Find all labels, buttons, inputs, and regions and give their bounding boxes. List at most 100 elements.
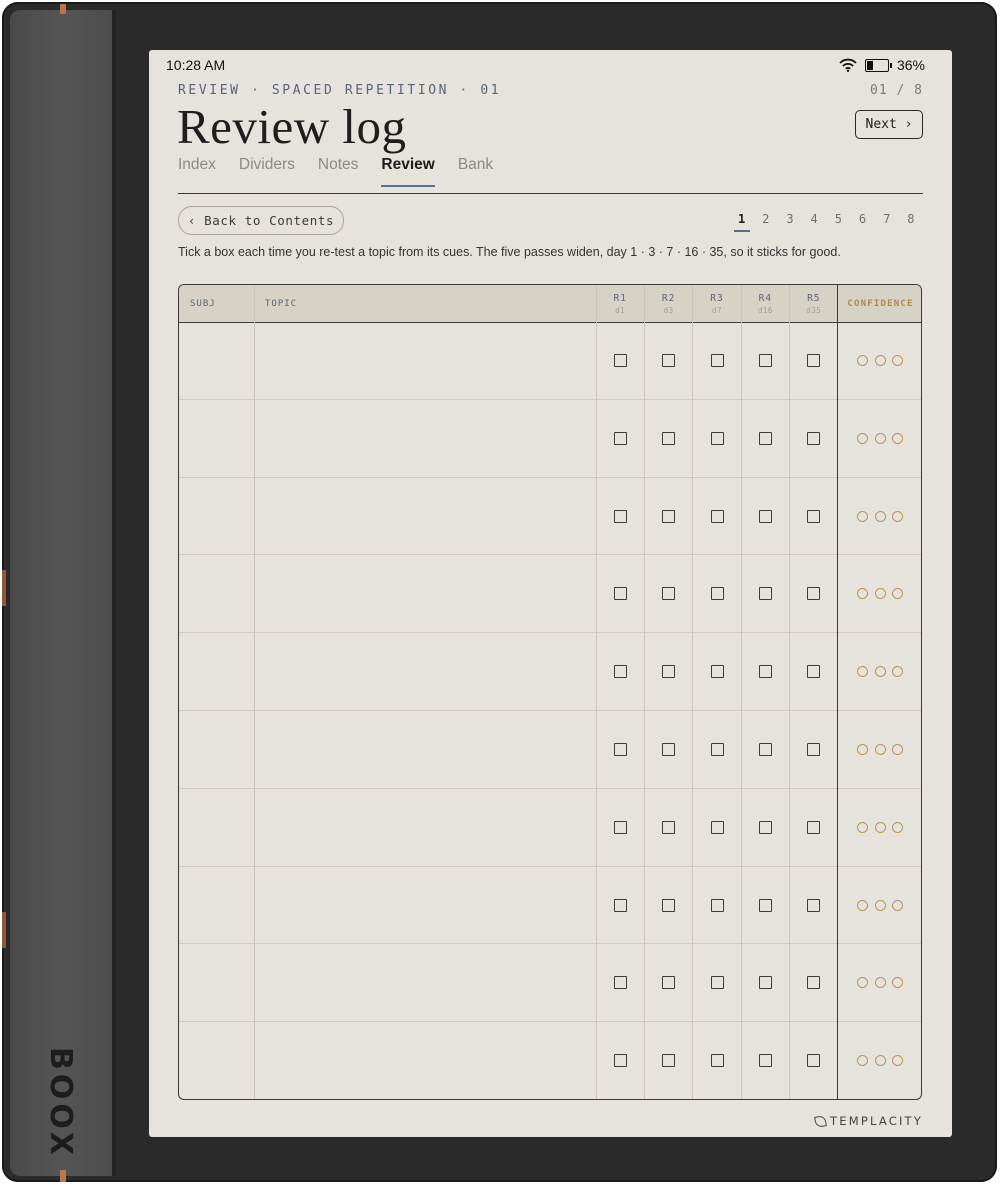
subj-cell[interactable] <box>179 867 254 944</box>
confidence-dot[interactable] <box>892 666 903 678</box>
confidence-dot[interactable] <box>857 355 868 366</box>
tab-review[interactable]: Review <box>381 156 436 187</box>
confidence-dot[interactable] <box>874 744 886 755</box>
review-checkbox-r5[interactable] <box>807 743 821 756</box>
review-checkbox-r5[interactable] <box>807 898 821 912</box>
back-to-contents-button[interactable]: ‹ Back to Contents <box>178 206 344 235</box>
review-checkbox-r4[interactable] <box>758 587 772 601</box>
review-checkbox-r1[interactable] <box>613 743 627 756</box>
tab-bank[interactable]: Bank <box>458 156 493 184</box>
page-link-3[interactable]: 3 <box>778 212 802 226</box>
review-checkbox-r4[interactable] <box>758 898 772 912</box>
topic-cell[interactable] <box>254 633 596 710</box>
confidence-dot[interactable] <box>892 588 903 600</box>
confidence-dot[interactable] <box>857 432 868 444</box>
confidence-dot[interactable] <box>874 510 886 522</box>
subj-cell[interactable] <box>179 789 254 866</box>
confidence-dot[interactable] <box>874 1055 886 1067</box>
review-checkbox-r1[interactable] <box>613 354 627 367</box>
page-link-7[interactable]: 7 <box>875 212 899 226</box>
confidence-dot[interactable] <box>857 666 868 678</box>
review-checkbox-r3[interactable] <box>710 509 724 523</box>
confidence-dot[interactable] <box>857 899 868 911</box>
review-checkbox-r2[interactable] <box>662 509 676 523</box>
tab-notes[interactable]: Notes <box>318 156 359 184</box>
side-button-lower[interactable] <box>2 912 6 948</box>
review-checkbox-r3[interactable] <box>710 431 724 445</box>
review-checkbox-r1[interactable] <box>613 898 627 912</box>
review-checkbox-r1[interactable] <box>613 820 627 834</box>
review-checkbox-r3[interactable] <box>710 976 724 990</box>
confidence-dot[interactable] <box>857 588 868 600</box>
page-link-4[interactable]: 4 <box>802 212 826 226</box>
review-checkbox-r3[interactable] <box>710 1054 724 1068</box>
review-checkbox-r2[interactable] <box>662 354 676 367</box>
review-checkbox-r4[interactable] <box>758 665 772 679</box>
confidence-dot[interactable] <box>874 432 886 444</box>
subj-cell[interactable] <box>179 944 254 1021</box>
page-link-2[interactable]: 2 <box>754 212 778 226</box>
review-checkbox-r5[interactable] <box>807 820 821 834</box>
review-checkbox-r1[interactable] <box>613 1054 627 1068</box>
next-button[interactable]: Next › <box>855 110 923 139</box>
review-checkbox-r5[interactable] <box>807 587 821 601</box>
topic-cell[interactable] <box>254 711 596 788</box>
review-checkbox-r2[interactable] <box>662 820 676 834</box>
review-checkbox-r2[interactable] <box>662 743 676 756</box>
confidence-dot[interactable] <box>892 510 903 522</box>
confidence-dot[interactable] <box>874 355 886 366</box>
page-link-5[interactable]: 5 <box>826 212 850 226</box>
page-link-8[interactable]: 8 <box>899 212 923 226</box>
review-checkbox-r1[interactable] <box>613 665 627 679</box>
tab-index[interactable]: Index <box>178 156 216 184</box>
confidence-dot[interactable] <box>857 977 868 989</box>
confidence-dot[interactable] <box>857 821 868 833</box>
review-checkbox-r1[interactable] <box>613 976 627 990</box>
page-link-6[interactable]: 6 <box>850 212 874 226</box>
review-checkbox-r3[interactable] <box>710 665 724 679</box>
subj-cell[interactable] <box>179 400 254 477</box>
review-checkbox-r2[interactable] <box>662 587 676 601</box>
review-checkbox-r3[interactable] <box>710 587 724 601</box>
confidence-dot[interactable] <box>892 977 903 989</box>
subj-cell[interactable] <box>179 478 254 555</box>
review-checkbox-r4[interactable] <box>758 431 772 445</box>
review-checkbox-r4[interactable] <box>758 354 772 367</box>
confidence-dot[interactable] <box>892 1055 903 1067</box>
review-checkbox-r5[interactable] <box>807 354 821 367</box>
subj-cell[interactable] <box>179 1022 254 1099</box>
topic-cell[interactable] <box>254 555 596 632</box>
topic-cell[interactable] <box>254 789 596 866</box>
subj-cell[interactable] <box>179 322 254 399</box>
topic-cell[interactable] <box>254 944 596 1021</box>
subj-cell[interactable] <box>179 633 254 710</box>
confidence-dot[interactable] <box>857 744 868 755</box>
topic-cell[interactable] <box>254 400 596 477</box>
topic-cell[interactable] <box>254 478 596 555</box>
review-checkbox-r5[interactable] <box>807 976 821 990</box>
review-checkbox-r4[interactable] <box>758 743 772 756</box>
review-checkbox-r2[interactable] <box>662 898 676 912</box>
topic-cell[interactable] <box>254 1022 596 1099</box>
subj-cell[interactable] <box>179 555 254 632</box>
confidence-dot[interactable] <box>892 744 903 755</box>
review-checkbox-r1[interactable] <box>613 587 627 601</box>
confidence-dot[interactable] <box>892 432 903 444</box>
confidence-dot[interactable] <box>892 899 903 911</box>
review-checkbox-r3[interactable] <box>710 743 724 756</box>
review-checkbox-r5[interactable] <box>807 665 821 679</box>
confidence-dot[interactable] <box>874 588 886 600</box>
confidence-dot[interactable] <box>874 666 886 678</box>
side-button-upper[interactable] <box>2 570 6 606</box>
review-checkbox-r4[interactable] <box>758 820 772 834</box>
confidence-dot[interactable] <box>874 977 886 989</box>
review-checkbox-r2[interactable] <box>662 665 676 679</box>
review-checkbox-r4[interactable] <box>758 1054 772 1068</box>
tab-dividers[interactable]: Dividers <box>239 156 295 184</box>
review-checkbox-r4[interactable] <box>758 976 772 990</box>
confidence-dot[interactable] <box>892 821 903 833</box>
topic-cell[interactable] <box>254 867 596 944</box>
review-checkbox-r5[interactable] <box>807 509 821 523</box>
review-checkbox-r5[interactable] <box>807 1054 821 1068</box>
confidence-dot[interactable] <box>857 1055 868 1067</box>
